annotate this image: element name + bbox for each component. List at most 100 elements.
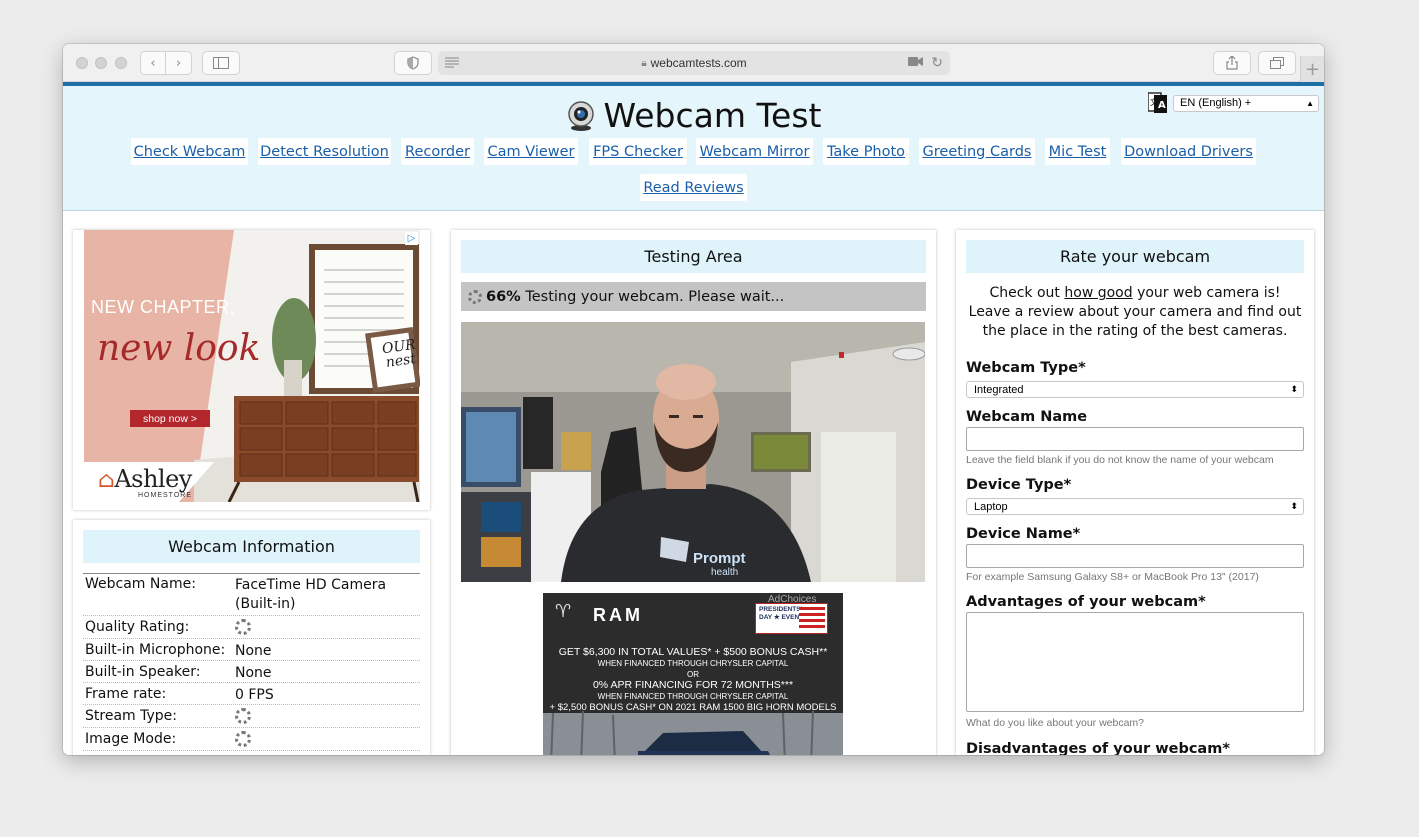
nav-detect-resolution[interactable]: Detect Resolution <box>258 138 391 165</box>
language-select[interactable]: EN (English) + ▲ <box>1173 94 1319 112</box>
browser-window: ‹ › 🔒︎ webcamtests.com ↻ + Webcam Test 文… <box>63 44 1324 755</box>
webcam-icon <box>567 101 594 131</box>
advantages-label: Advantages of your webcam* <box>966 594 1206 610</box>
loading-spinner-icon <box>235 708 415 730</box>
ad-choices-icon[interactable]: ▷ <box>405 232 418 245</box>
loading-spinner-icon <box>468 289 482 304</box>
progress-text: Testing your webcam. Please wait... <box>525 288 785 305</box>
ad-shop-now-button[interactable]: shop now > <box>130 410 210 427</box>
device-name-input[interactable] <box>966 544 1304 568</box>
back-button[interactable]: ‹ <box>140 51 166 75</box>
site-title[interactable]: Webcam Test <box>63 96 1324 135</box>
browser-toolbar: ‹ › 🔒︎ webcamtests.com ↻ + <box>63 44 1324 82</box>
webcam-feed-image <box>461 322 925 582</box>
nav-webcam-mirror[interactable]: Webcam Mirror <box>696 138 813 165</box>
left-ad-card: NEW CHAPTER, new look shop now > ⌂Ashley… <box>73 230 430 510</box>
info-value: 0 FPS <box>235 687 274 703</box>
sidebar-icon <box>213 57 229 69</box>
advantages-textarea[interactable] <box>966 612 1304 712</box>
privacy-report-button[interactable] <box>394 51 432 75</box>
ashley-ad[interactable]: NEW CHAPTER, new look shop now > ⌂Ashley… <box>84 230 420 502</box>
ad-brand: ⌂Ashley <box>98 465 192 493</box>
share-icon <box>1226 56 1238 70</box>
device-type-value: Laptop <box>974 500 1008 513</box>
shield-icon <box>407 56 419 70</box>
testing-area-card: Testing Area 66% Testing your webcam. Pl… <box>451 230 936 755</box>
intro-rest: Leave a review about your camera and fin… <box>968 304 1302 339</box>
info-row-speaker: Built-in Speaker: None <box>83 661 420 683</box>
offer-line-5: WHEN FINANCED THROUGH CHRYSLER CAPITAL <box>597 692 789 701</box>
presidents-day-badge: PRESIDENTS' DAY ★ EVENT <box>755 603 828 634</box>
ad-headline: NEW CHAPTER, <box>91 297 236 317</box>
webcam-name-hint: Leave the field blank if you do not know… <box>966 454 1274 466</box>
nav-take-photo[interactable]: Take Photo <box>823 138 909 165</box>
disadvantages-label: Disadvantages of your webcam* <box>966 741 1230 755</box>
nav-recorder[interactable]: Recorder <box>401 138 474 165</box>
close-window-button[interactable] <box>76 57 88 69</box>
webcam-type-label: Webcam Type* <box>966 360 1086 376</box>
ad-script-headline: new look <box>97 328 261 369</box>
house-icon: ⌂ <box>98 468 115 493</box>
ad-sign-text: OUR nest <box>381 336 417 371</box>
sidebar-button[interactable] <box>202 51 240 75</box>
info-label: Stream Type: <box>85 708 177 724</box>
nav-download-drivers[interactable]: Download Drivers <box>1121 138 1256 165</box>
nav-cam-viewer[interactable]: Cam Viewer <box>484 138 578 165</box>
how-good-link[interactable]: how good <box>1064 285 1132 301</box>
select-arrows-icon: ⬍ <box>1290 384 1298 394</box>
badge-line-2: DAY ★ EVENT <box>759 614 804 621</box>
zoom-window-button[interactable] <box>115 57 127 69</box>
device-name-hint: For example Samsung Galaxy S8+ or MacBoo… <box>966 571 1259 583</box>
ad-brand-text: Ashley <box>114 465 192 493</box>
reload-icon[interactable]: ↻ <box>931 54 943 71</box>
svg-text:文: 文 <box>1150 97 1158 107</box>
intro-suffix: your web camera is! <box>1132 285 1281 301</box>
site-header: Webcam Test 文A EN (English) + ▲ Check We… <box>63 86 1324 211</box>
info-label: Webcam Name: <box>85 576 196 592</box>
share-button[interactable] <box>1213 51 1251 75</box>
offer-line-6: + $2,500 BONUS CASH* ON 2021 RAM 1500 BI… <box>549 702 837 713</box>
loading-spinner-icon <box>235 731 415 753</box>
offer-line-2: WHEN FINANCED THROUGH CHRYSLER CAPITAL <box>597 659 789 668</box>
webcam-type-value: Integrated <box>974 383 1024 396</box>
shirt-logo-text: Prompt <box>693 550 746 567</box>
info-row-webcam-name: Webcam Name: FaceTime HD Camera (Built-i… <box>83 573 420 616</box>
chevron-right-icon: › <box>175 55 182 71</box>
loading-spinner-icon <box>235 619 415 641</box>
new-tab-button[interactable]: + <box>1300 56 1324 82</box>
forward-button[interactable]: › <box>166 51 192 75</box>
webcam-video-preview[interactable]: Prompt health <box>461 322 925 582</box>
select-arrows-icon: ▲ <box>1306 98 1314 108</box>
info-row-image-mode: Image Mode: <box>83 728 420 751</box>
tabs-icon <box>1270 57 1284 69</box>
nav-check-webcam[interactable]: Check Webcam <box>131 138 248 165</box>
webcam-info-title: Webcam Information <box>83 530 420 563</box>
ram-offer-text: GET $6,300 IN TOTAL VALUES* + $500 BONUS… <box>543 647 843 714</box>
nav-greeting-cards[interactable]: Greeting Cards <box>919 138 1035 165</box>
rate-webcam-card: Rate your webcam Check out how good your… <box>956 230 1314 755</box>
webcam-type-select[interactable]: Integrated ⬍ <box>966 381 1304 398</box>
nav-read-reviews[interactable]: Read Reviews <box>640 174 747 201</box>
tab-overview-button[interactable] <box>1258 51 1296 75</box>
info-value: None <box>235 665 272 681</box>
webcam-name-input[interactable] <box>966 427 1304 451</box>
webcam-info-card: Webcam Information Webcam Name: FaceTime… <box>73 520 430 755</box>
address-bar[interactable]: 🔒︎ webcamtests.com ↻ <box>438 51 950 75</box>
info-label: Built-in Microphone: <box>85 642 226 658</box>
ad-brand-sub: HOMESTORE <box>138 492 192 499</box>
reader-icon[interactable] <box>445 56 459 71</box>
ram-ad[interactable]: ♈︎ RAM PRESIDENTS' DAY ★ EVENT AdChoices … <box>543 593 843 755</box>
testing-area-title: Testing Area <box>461 240 926 273</box>
device-type-select[interactable]: Laptop ⬍ <box>966 498 1304 515</box>
shirt-logo-subtext: health <box>711 567 739 578</box>
minimize-window-button[interactable] <box>95 57 107 69</box>
language-switcher[interactable]: 文A EN (English) + ▲ <box>1148 92 1319 114</box>
translate-icon: 文A <box>1148 92 1167 113</box>
info-label: Quality Rating: <box>85 619 190 635</box>
nav-mic-test[interactable]: Mic Test <box>1045 138 1110 165</box>
adchoices-label[interactable]: AdChoices <box>768 594 816 605</box>
info-row-microphone: Built-in Microphone: None <box>83 639 420 661</box>
info-row-quality-rating: Quality Rating: <box>83 616 420 639</box>
nav-fps-checker[interactable]: FPS Checker <box>589 138 687 165</box>
camera-in-use-icon[interactable] <box>908 56 924 70</box>
